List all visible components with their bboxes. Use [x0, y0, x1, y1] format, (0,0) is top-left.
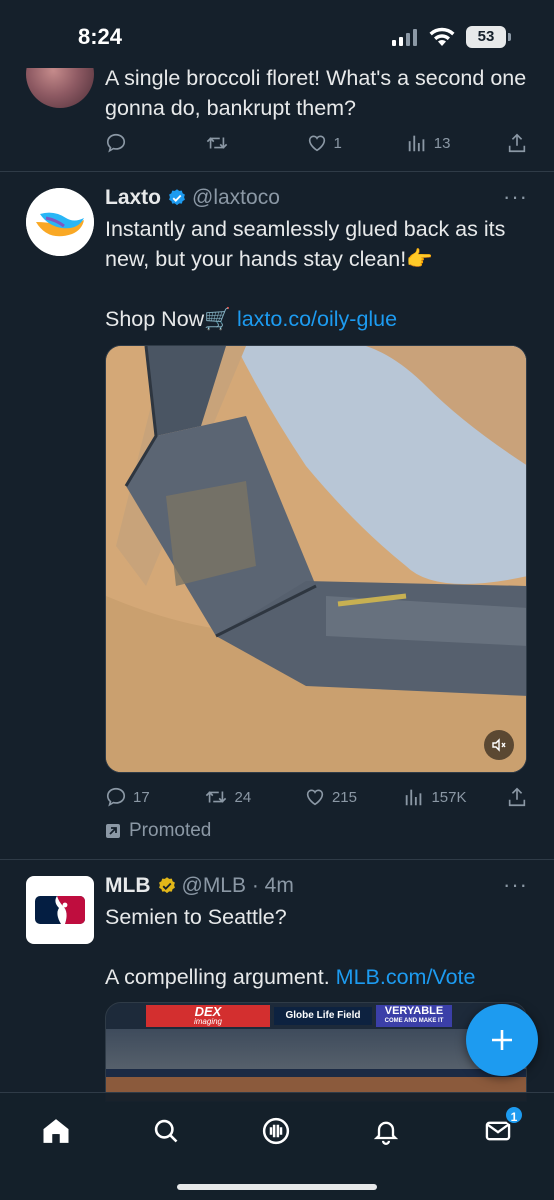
retweet-icon [207, 137, 228, 149]
verified-gold-badge-icon [157, 876, 177, 896]
reply-icon [106, 787, 126, 807]
share-button[interactable] [506, 132, 528, 154]
wifi-icon [429, 27, 455, 46]
like-button[interactable]: 1 [306, 132, 366, 154]
retweet-icon [206, 791, 227, 803]
home-indicator [177, 1184, 377, 1190]
video-thumbnail [106, 346, 526, 772]
nav-spaces[interactable] [256, 1111, 296, 1151]
bell-icon [373, 1121, 399, 1145]
avatar[interactable] [26, 188, 94, 256]
heart-icon [308, 135, 325, 152]
battery-indicator: 53 [466, 26, 511, 48]
promoted-label: Promoted [105, 820, 211, 842]
compose-button[interactable] [466, 1004, 538, 1076]
views-button[interactable]: 13 [406, 132, 466, 154]
like-button[interactable]: 215 [304, 786, 364, 808]
author-name[interactable]: Laxto [105, 186, 161, 210]
plus-icon [492, 1030, 512, 1050]
retweet-button[interactable] [205, 132, 265, 154]
tweet-link[interactable]: MLB.com/Vote [336, 965, 476, 989]
heart-icon [306, 789, 324, 806]
share-icon [508, 133, 526, 153]
mlb-logo-icon [35, 896, 85, 924]
author-handle[interactable]: @MLB [182, 874, 247, 898]
nav-search[interactable] [146, 1111, 186, 1151]
laxto-logo-icon [26, 188, 94, 256]
mute-button[interactable] [484, 730, 514, 760]
home-icon [43, 1119, 69, 1143]
globe-life-banner: Globe Life Field [274, 1007, 372, 1025]
status-time: 8:24 [78, 24, 123, 49]
tweet-header: Laxto @laxtoco [105, 186, 528, 210]
veryable-banner: VERYABLE COME AND MAKE IT [376, 1005, 452, 1027]
tweet-text: Instantly and seamlessly glued back as i… [105, 217, 506, 331]
tweet-actions: 1 13 [105, 132, 528, 154]
tweet-2-promoted[interactable]: ··· Laxto @laxtoco Instantly and seamles… [0, 172, 554, 860]
tweet-header: MLB @MLB · 4m [105, 874, 294, 898]
spaces-icon [262, 1117, 290, 1145]
video-media[interactable] [105, 345, 527, 773]
analytics-icon [408, 135, 425, 152]
tweet-text: Semien to Seattle? A compelling argument… [105, 905, 476, 989]
image-media[interactable]: DEX imaging Globe Life Field VERYABLE CO… [105, 1002, 527, 1102]
reply-icon [106, 133, 126, 153]
reply-button[interactable] [105, 132, 165, 154]
reply-button[interactable]: 17 [105, 786, 165, 808]
nav-notifications[interactable] [366, 1111, 406, 1151]
avatar[interactable] [26, 876, 94, 944]
search-icon [154, 1119, 178, 1143]
promoted-icon [106, 824, 120, 838]
tweet-actions: 17 24 215 157K [105, 786, 528, 808]
crowd-area [106, 1029, 526, 1069]
nav-messages[interactable]: 1 [478, 1105, 524, 1151]
status-bar: 8:24 53 [0, 0, 554, 68]
analytics-icon [406, 789, 422, 806]
cellular-signal-icon [392, 28, 417, 46]
tweet-text: A single broccoli floret! What's a secon… [105, 66, 527, 120]
author-handle[interactable]: @laxtoco [192, 186, 280, 210]
retweet-button[interactable]: 24 [204, 786, 264, 808]
tweet-time: 4m [264, 874, 294, 897]
share-button[interactable] [506, 786, 528, 808]
verified-badge-icon [167, 188, 187, 208]
messages-badge: 1 [504, 1105, 524, 1125]
share-icon [508, 787, 526, 807]
author-name[interactable]: MLB [105, 874, 151, 898]
speaker-muted-icon [492, 738, 506, 752]
nav-home[interactable] [36, 1111, 76, 1151]
field-wall [106, 1069, 526, 1077]
views-button[interactable]: 157K [403, 786, 467, 808]
tweet-link[interactable]: laxto.co/oily-glue [237, 307, 397, 331]
dex-banner: DEX imaging [146, 1005, 270, 1027]
